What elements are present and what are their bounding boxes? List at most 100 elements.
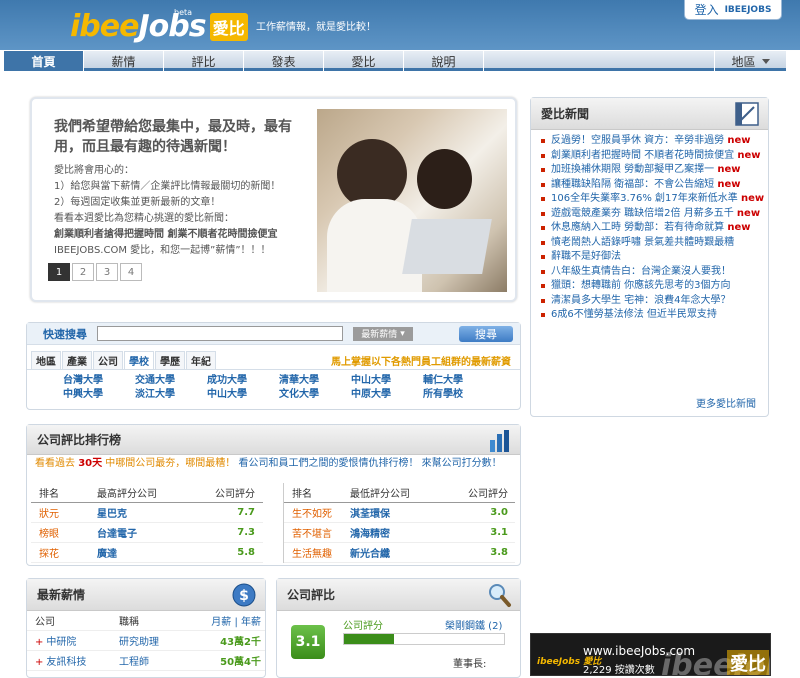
- search-type-value: 最新薪情: [361, 330, 398, 340]
- news-item[interactable]: 反過勞！空服員爭休 資方：辛勞非過勞 new: [541, 134, 768, 149]
- pager-page-3[interactable]: 3: [96, 263, 118, 281]
- promo-featured-link[interactable]: 創業順利者搶得把握時間 創業不順者花時間撿便宜: [54, 227, 324, 243]
- company-link[interactable]: 台達電子: [97, 525, 201, 540]
- plus-icon[interactable]: +: [35, 637, 43, 648]
- company-link[interactable]: 星巴克: [97, 505, 201, 520]
- salary-job-link[interactable]: 工程師: [119, 653, 205, 668]
- school-link[interactable]: 中興大學: [63, 388, 135, 402]
- news-item[interactable]: 加班換補休期限 勞動部擬甲乙案擇一 new: [541, 163, 768, 178]
- school-link[interactable]: 台灣大學: [63, 374, 135, 388]
- tab-help[interactable]: 說明: [404, 51, 484, 71]
- news-item[interactable]: 106全年失業率3.76% 創17年來新低水準 new: [541, 192, 768, 207]
- plus-icon[interactable]: +: [35, 657, 43, 668]
- search-input[interactable]: [97, 326, 343, 341]
- search-button[interactable]: 搜尋: [459, 325, 513, 342]
- table-row: 苦不堪言 鴻海精密 3.1: [284, 523, 515, 543]
- news-more-link[interactable]: 更多愛比新聞: [696, 395, 756, 410]
- facebook-like-banner[interactable]: ibeeJobs 愛比 ibeeJobs 愛比 www.ibeeJobs.com…: [530, 633, 771, 676]
- rank-label: 榜眼: [39, 529, 59, 540]
- company-link[interactable]: 廣達: [97, 545, 201, 560]
- ranking-intro-b: 中哪間公司最夯，哪間最糟！: [105, 458, 236, 469]
- new-badge: new: [740, 193, 765, 204]
- news-item[interactable]: 辭職不是好御法: [541, 250, 768, 265]
- login-button[interactable]: 登入 IBEEJOBS: [684, 0, 782, 20]
- tab-aibi[interactable]: 愛比: [324, 51, 404, 71]
- ranking-table-header: 排名 最低評分公司 公司評分: [284, 483, 515, 503]
- salary-company-cell: + 友訊科技: [35, 653, 119, 668]
- tab-post[interactable]: 發表: [244, 51, 324, 71]
- tab-education[interactable]: 學歷: [155, 351, 185, 369]
- site-slogan: 工作薪情報，就是愛比較！: [256, 22, 376, 33]
- promo-pager: 1 2 3 4: [48, 263, 144, 281]
- logo-beta-tag: beta: [174, 8, 193, 17]
- review-company-link[interactable]: 榮剛鋼鐵 (2): [445, 617, 502, 632]
- pager-page-2[interactable]: 2: [72, 263, 94, 281]
- school-link[interactable]: 成功大學: [207, 374, 279, 388]
- salary-job-link[interactable]: 研究助理: [119, 633, 205, 648]
- salary-rows: + 中研院 研究助理 43萬2千 + 友訊科技 工程師 50萬4千: [27, 631, 265, 671]
- school-link[interactable]: 交通大學: [135, 374, 207, 388]
- promo-intro-title: 愛比將會用心的：: [54, 165, 134, 176]
- table-row: 榜眼 台達電子 7.3: [31, 523, 263, 543]
- tab-school[interactable]: 學校: [124, 351, 154, 369]
- salary-amount: 43萬2千: [220, 637, 261, 648]
- news-item[interactable]: 創業順利者把握時間 不順者花時間撿便宜 new: [541, 149, 768, 164]
- ranking-col-header: 最低評分公司: [350, 489, 410, 500]
- site-logo[interactable]: ibee Jobs beta 愛比: [70, 8, 248, 44]
- promo-intro: 愛比將會用心的： 1）給您與當下薪情／企業評比情報最關切的新聞！ 2）每週固定收…: [54, 163, 324, 259]
- news-item[interactable]: 讓種職缺陷隔 衛福部：不會公告縮短 new: [541, 178, 768, 193]
- ranking-col-header: 最高評分公司: [97, 489, 157, 500]
- school-link[interactable]: 輔仁大學: [423, 374, 495, 388]
- tab-industry[interactable]: 產業: [62, 351, 92, 369]
- promo-point-3: 看看本週愛比為您精心挑選的愛比新聞：: [54, 213, 234, 224]
- promo-headline: 我們希望帶給您最集中，最及時，最有用，而且最有趣的待遇新聞！: [54, 119, 292, 155]
- yearly-link[interactable]: 年薪: [241, 617, 261, 628]
- monthly-link[interactable]: 月薪: [211, 617, 231, 628]
- school-link[interactable]: 所有學校: [423, 388, 495, 402]
- company-link[interactable]: 淇荃環保: [350, 505, 454, 520]
- salary-company-link[interactable]: 友訊科技: [46, 657, 86, 668]
- login-label: 登入: [694, 3, 719, 17]
- news-item[interactable]: 獵頭：想轉職前 你應該先思考的3個方向: [541, 279, 768, 294]
- pager-page-1[interactable]: 1: [48, 263, 70, 281]
- ranking-intro-link-1[interactable]: 看公司和員工們之間的愛恨情仇排行榜！: [238, 458, 418, 469]
- region-dropdown[interactable]: 地區: [714, 51, 786, 71]
- promo-panel: 我們希望帶給您最集中，最及時，最有用，而且最有趣的待遇新聞！ 愛比將會用心的： …: [30, 97, 517, 302]
- news-item[interactable]: 休息應納入工時 勞動部：若有待命就算 new: [541, 221, 768, 236]
- school-link[interactable]: 清華大學: [279, 374, 351, 388]
- bottom-ranking-table: 排名 最低評分公司 公司評分 生不如死 淇荃環保 3.0 苦不堪言 鴻海精密 3.1 生活無趣 新光…: [283, 483, 515, 563]
- school-link[interactable]: 淡江大學: [135, 388, 207, 402]
- news-item-text: 休息應納入工時 勞動部：若有待命就算: [551, 222, 725, 233]
- news-panel: 愛比新聞 反過勞！空服員爭休 資方：辛勞非過勞 new 創業順利者把握時間 不順者…: [530, 97, 769, 417]
- table-row: 狀元 星巴克 7.7: [31, 503, 263, 523]
- dollar-coin-icon: $: [232, 583, 256, 607]
- tab-company[interactable]: 公司: [93, 351, 123, 369]
- news-item[interactable]: 清潔員多大學生 宅神：浪費4年念大學？: [541, 294, 768, 309]
- tab-age[interactable]: 年紀: [186, 351, 216, 369]
- school-link[interactable]: 中山大學: [207, 388, 279, 402]
- salary-company-cell: + 中研院: [35, 633, 119, 648]
- news-item[interactable]: 憤老鬧熱人語錄呼嘯 景氣差共體時艱最糟: [541, 236, 768, 251]
- tab-home[interactable]: 首頁: [4, 51, 84, 71]
- new-badge: new: [727, 135, 751, 146]
- rank-label: 生不如死: [292, 509, 332, 520]
- school-link[interactable]: 文化大學: [279, 388, 351, 402]
- logo-jobs-text: Jobs: [138, 9, 206, 44]
- new-badge: new: [717, 178, 741, 190]
- company-link[interactable]: 鴻海精密: [350, 525, 454, 540]
- school-link[interactable]: 中山大學: [351, 374, 423, 388]
- new-badge: new: [736, 207, 761, 219]
- tab-region[interactable]: 地區: [31, 351, 61, 369]
- pager-page-4[interactable]: 4: [120, 263, 142, 281]
- tab-review[interactable]: 評比: [164, 51, 244, 71]
- school-link[interactable]: 中原大學: [351, 388, 423, 402]
- search-type-select[interactable]: 最新薪情 ▾: [353, 326, 413, 341]
- news-item[interactable]: 遊戲電競產業夯 職缺倍增2倍 月薪多五千 new: [541, 207, 768, 222]
- ranking-intro-link-2[interactable]: 來幫公司打分數！: [422, 458, 502, 469]
- tab-salary[interactable]: 薪情: [84, 51, 164, 71]
- company-link[interactable]: 新光合纖: [350, 545, 454, 560]
- top-ranking-table: 排名 最高評分公司 公司評分 狀元 星巴克 7.7 榜眼 台達電子 7.3 探花 廣達 5.8: [31, 483, 263, 563]
- news-item[interactable]: 八年級生真情告白：台灣企業沒人要我！: [541, 265, 768, 280]
- news-item[interactable]: 6成6不懂勞基法修法 但近半民眾支持: [541, 308, 768, 323]
- salary-company-link[interactable]: 中研院: [46, 637, 76, 648]
